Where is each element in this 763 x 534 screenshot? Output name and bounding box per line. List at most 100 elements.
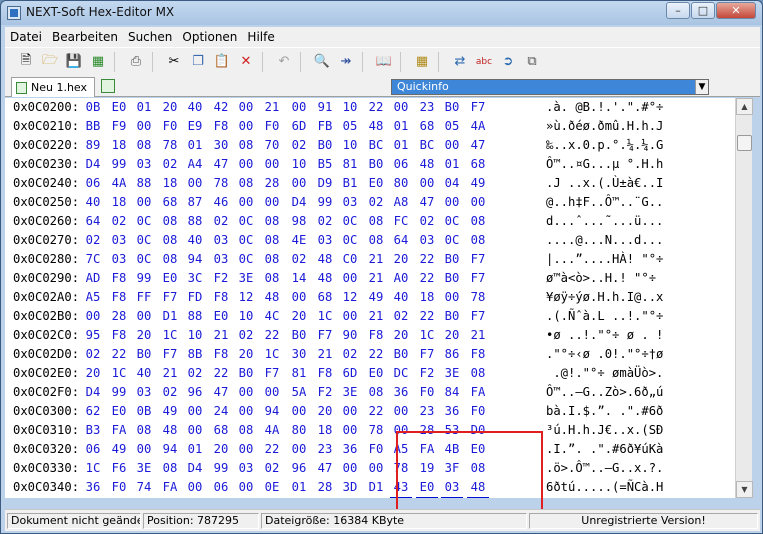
hex-byte[interactable]: 68 (159, 193, 181, 212)
hex-byte[interactable]: 00 (133, 307, 155, 326)
hex-byte[interactable]: 1C (159, 326, 181, 345)
hex-byte[interactable]: 48 (365, 117, 387, 136)
hex-row[interactable]: 0x0C0220: 89 18 08 78 01 30 08 70 02 B0 10 BC 01 BC 00 4… (5, 136, 742, 155)
ascii-text[interactable]: .à. @B.!.'.".#°÷ (546, 98, 663, 117)
hex-byte[interactable]: 00 (390, 402, 412, 421)
hex-byte[interactable]: D4 (288, 193, 310, 212)
hex-row[interactable]: 0x0C0300: 62 E0 0B 49 00 24 00 94 00 20 00 22 00 23 36 F… (5, 402, 742, 421)
hex-byte[interactable]: 78 (159, 136, 181, 155)
hex-byte[interactable]: 14 (288, 269, 310, 288)
chevron-down-icon[interactable]: ▼ (695, 80, 708, 94)
hex-byte[interactable]: 22 (365, 345, 387, 364)
hex-byte[interactable]: 47 (467, 136, 489, 155)
hex-byte[interactable]: 10 (184, 326, 206, 345)
hex-row[interactable]: 0x0C02C0: 95 F8 20 1C 10 21 02 22 B0 F7 90 F8 20 1C 20 2… (5, 326, 742, 345)
hex-byte[interactable]: 00 (288, 98, 310, 117)
hex-byte[interactable]: 00 (235, 98, 257, 117)
hex-byte[interactable]: 3C (184, 269, 206, 288)
hex-byte[interactable]: 4A (261, 421, 283, 440)
hex-byte[interactable]: 06 (82, 174, 104, 193)
hex-byte[interactable]: 00 (184, 402, 206, 421)
hex-byte[interactable]: E0 (467, 440, 489, 459)
find-icon[interactable]: 🔍 (311, 51, 333, 73)
hex-byte[interactable]: 30 (288, 345, 310, 364)
hex-byte[interactable]: F0 (159, 117, 181, 136)
ascii-text[interactable]: ....@...N...d... (546, 231, 663, 250)
hex-row[interactable]: 0x0C02D0: 02 22 B0 F7 8B F8 20 1C 30 21 02 22 B0 F7 86 F… (5, 345, 742, 364)
hex-byte[interactable]: 10 (339, 136, 361, 155)
menu-optionen[interactable]: Optionen (177, 30, 242, 44)
new-icon[interactable]: 🗎 (15, 51, 37, 73)
hex-byte[interactable]: 08 (159, 231, 181, 250)
hex-byte[interactable]: 28 (261, 174, 283, 193)
hex-byte[interactable]: 28 (108, 307, 130, 326)
hex-byte[interactable]: 81 (339, 155, 361, 174)
hex-byte[interactable]: 23 (314, 440, 336, 459)
hex-byte[interactable]: 06 (82, 440, 104, 459)
hex-byte[interactable]: 00 (133, 440, 155, 459)
hex-byte[interactable]: 08 (235, 421, 257, 440)
hex-byte[interactable]: 0C (339, 231, 361, 250)
hex-byte[interactable]: A5 (390, 440, 412, 459)
hex-byte[interactable]: 00 (261, 193, 283, 212)
hex-byte[interactable]: F0 (416, 383, 438, 402)
hex-byte[interactable]: FA (159, 478, 181, 497)
hex-byte[interactable]: 18 (314, 421, 336, 440)
hex-byte[interactable]: 40 (184, 98, 206, 117)
hex-byte[interactable]: 00 (235, 383, 257, 402)
copy-window-icon[interactable]: ⧉ (521, 51, 543, 73)
hex-byte[interactable]: DC (390, 364, 412, 383)
hex-byte[interactable]: 02 (314, 212, 336, 231)
hex-byte[interactable]: 00 (133, 193, 155, 212)
convert-icon[interactable]: ⇄ (449, 51, 471, 73)
ascii-text[interactable]: .J ..x.(.Ù±à€..I (546, 174, 663, 193)
hex-byte[interactable]: 18 (108, 193, 130, 212)
hex-byte[interactable]: 08 (261, 231, 283, 250)
hex-byte[interactable]: F0 (365, 440, 387, 459)
hex-byte[interactable]: F0 (108, 478, 130, 497)
hex-byte[interactable]: 08 (235, 136, 257, 155)
hex-view[interactable]: 0x0C0200: 0B E0 01 20 40 42 00 21 00 91 10 22 00 23 B0 F… (5, 98, 742, 498)
menu-bearbeiten[interactable]: Bearbeiten (47, 30, 123, 44)
minimize-button[interactable]: – (666, 2, 690, 19)
close-button[interactable]: ✕ (716, 2, 756, 19)
hex-byte[interactable]: 20 (390, 250, 412, 269)
hex-byte[interactable]: 47 (210, 155, 232, 174)
hex-row[interactable]: 0x0C02A0: A5 F8 FF F7 FD F8 12 48 00 68 12 49 40 18 00 7… (5, 288, 742, 307)
hex-byte[interactable]: 00 (339, 402, 361, 421)
hex-byte[interactable]: 09 (133, 497, 155, 498)
hex-byte[interactable]: 0E (261, 478, 283, 497)
hex-byte[interactable]: 01 (441, 155, 463, 174)
hex-byte[interactable]: 36 (390, 383, 412, 402)
hex-byte[interactable]: 88 (133, 174, 155, 193)
hex-byte[interactable]: 1C (416, 326, 438, 345)
hex-byte[interactable]: 1C (82, 459, 104, 478)
hex-byte[interactable]: 00 (339, 269, 361, 288)
ascii-text[interactable]: .@!."°÷ ømàÜò>. (546, 364, 663, 383)
hex-row[interactable]: 0x0C02B0: 00 28 00 D1 88 E0 10 4C 20 1C 00 21 02 22 B0 F… (5, 307, 742, 326)
hex-byte[interactable]: 00 (416, 174, 438, 193)
hex-byte[interactable]: F8 (210, 117, 232, 136)
hex-byte[interactable]: 03 (108, 250, 130, 269)
hex-byte[interactable]: 00 (467, 193, 489, 212)
hex-byte[interactable]: F7 (416, 345, 438, 364)
hex-byte[interactable]: 02 (159, 155, 181, 174)
hex-byte[interactable]: 6D (288, 117, 310, 136)
hex-row[interactable]: 0x0C0250: 40 18 00 68 87 46 00 00 D4 99 03 02 A8 47 00 0… (5, 193, 742, 212)
hex-byte[interactable]: A5 (82, 288, 104, 307)
hex-byte[interactable]: 02 (108, 212, 130, 231)
hex-byte[interactable]: A8 (390, 193, 412, 212)
hex-byte[interactable]: 22 (261, 326, 283, 345)
ascii-text[interactable]: »ù.ðéø.ðmû.H.h.J (546, 117, 663, 136)
hex-byte[interactable]: 36 (82, 478, 104, 497)
hex-byte[interactable]: 99 (133, 269, 155, 288)
hex-byte[interactable]: 01 (184, 136, 206, 155)
hex-byte[interactable]: 94 (261, 402, 283, 421)
hex-byte[interactable]: 00 (82, 307, 104, 326)
maximize-button[interactable]: □ (691, 2, 715, 19)
hex-byte[interactable]: 62 (82, 402, 104, 421)
hex-byte[interactable]: 96 (288, 459, 310, 478)
hex-byte[interactable]: F7 (467, 307, 489, 326)
hex-byte[interactable]: 94 (159, 440, 181, 459)
hex-byte[interactable]: FC (390, 212, 412, 231)
